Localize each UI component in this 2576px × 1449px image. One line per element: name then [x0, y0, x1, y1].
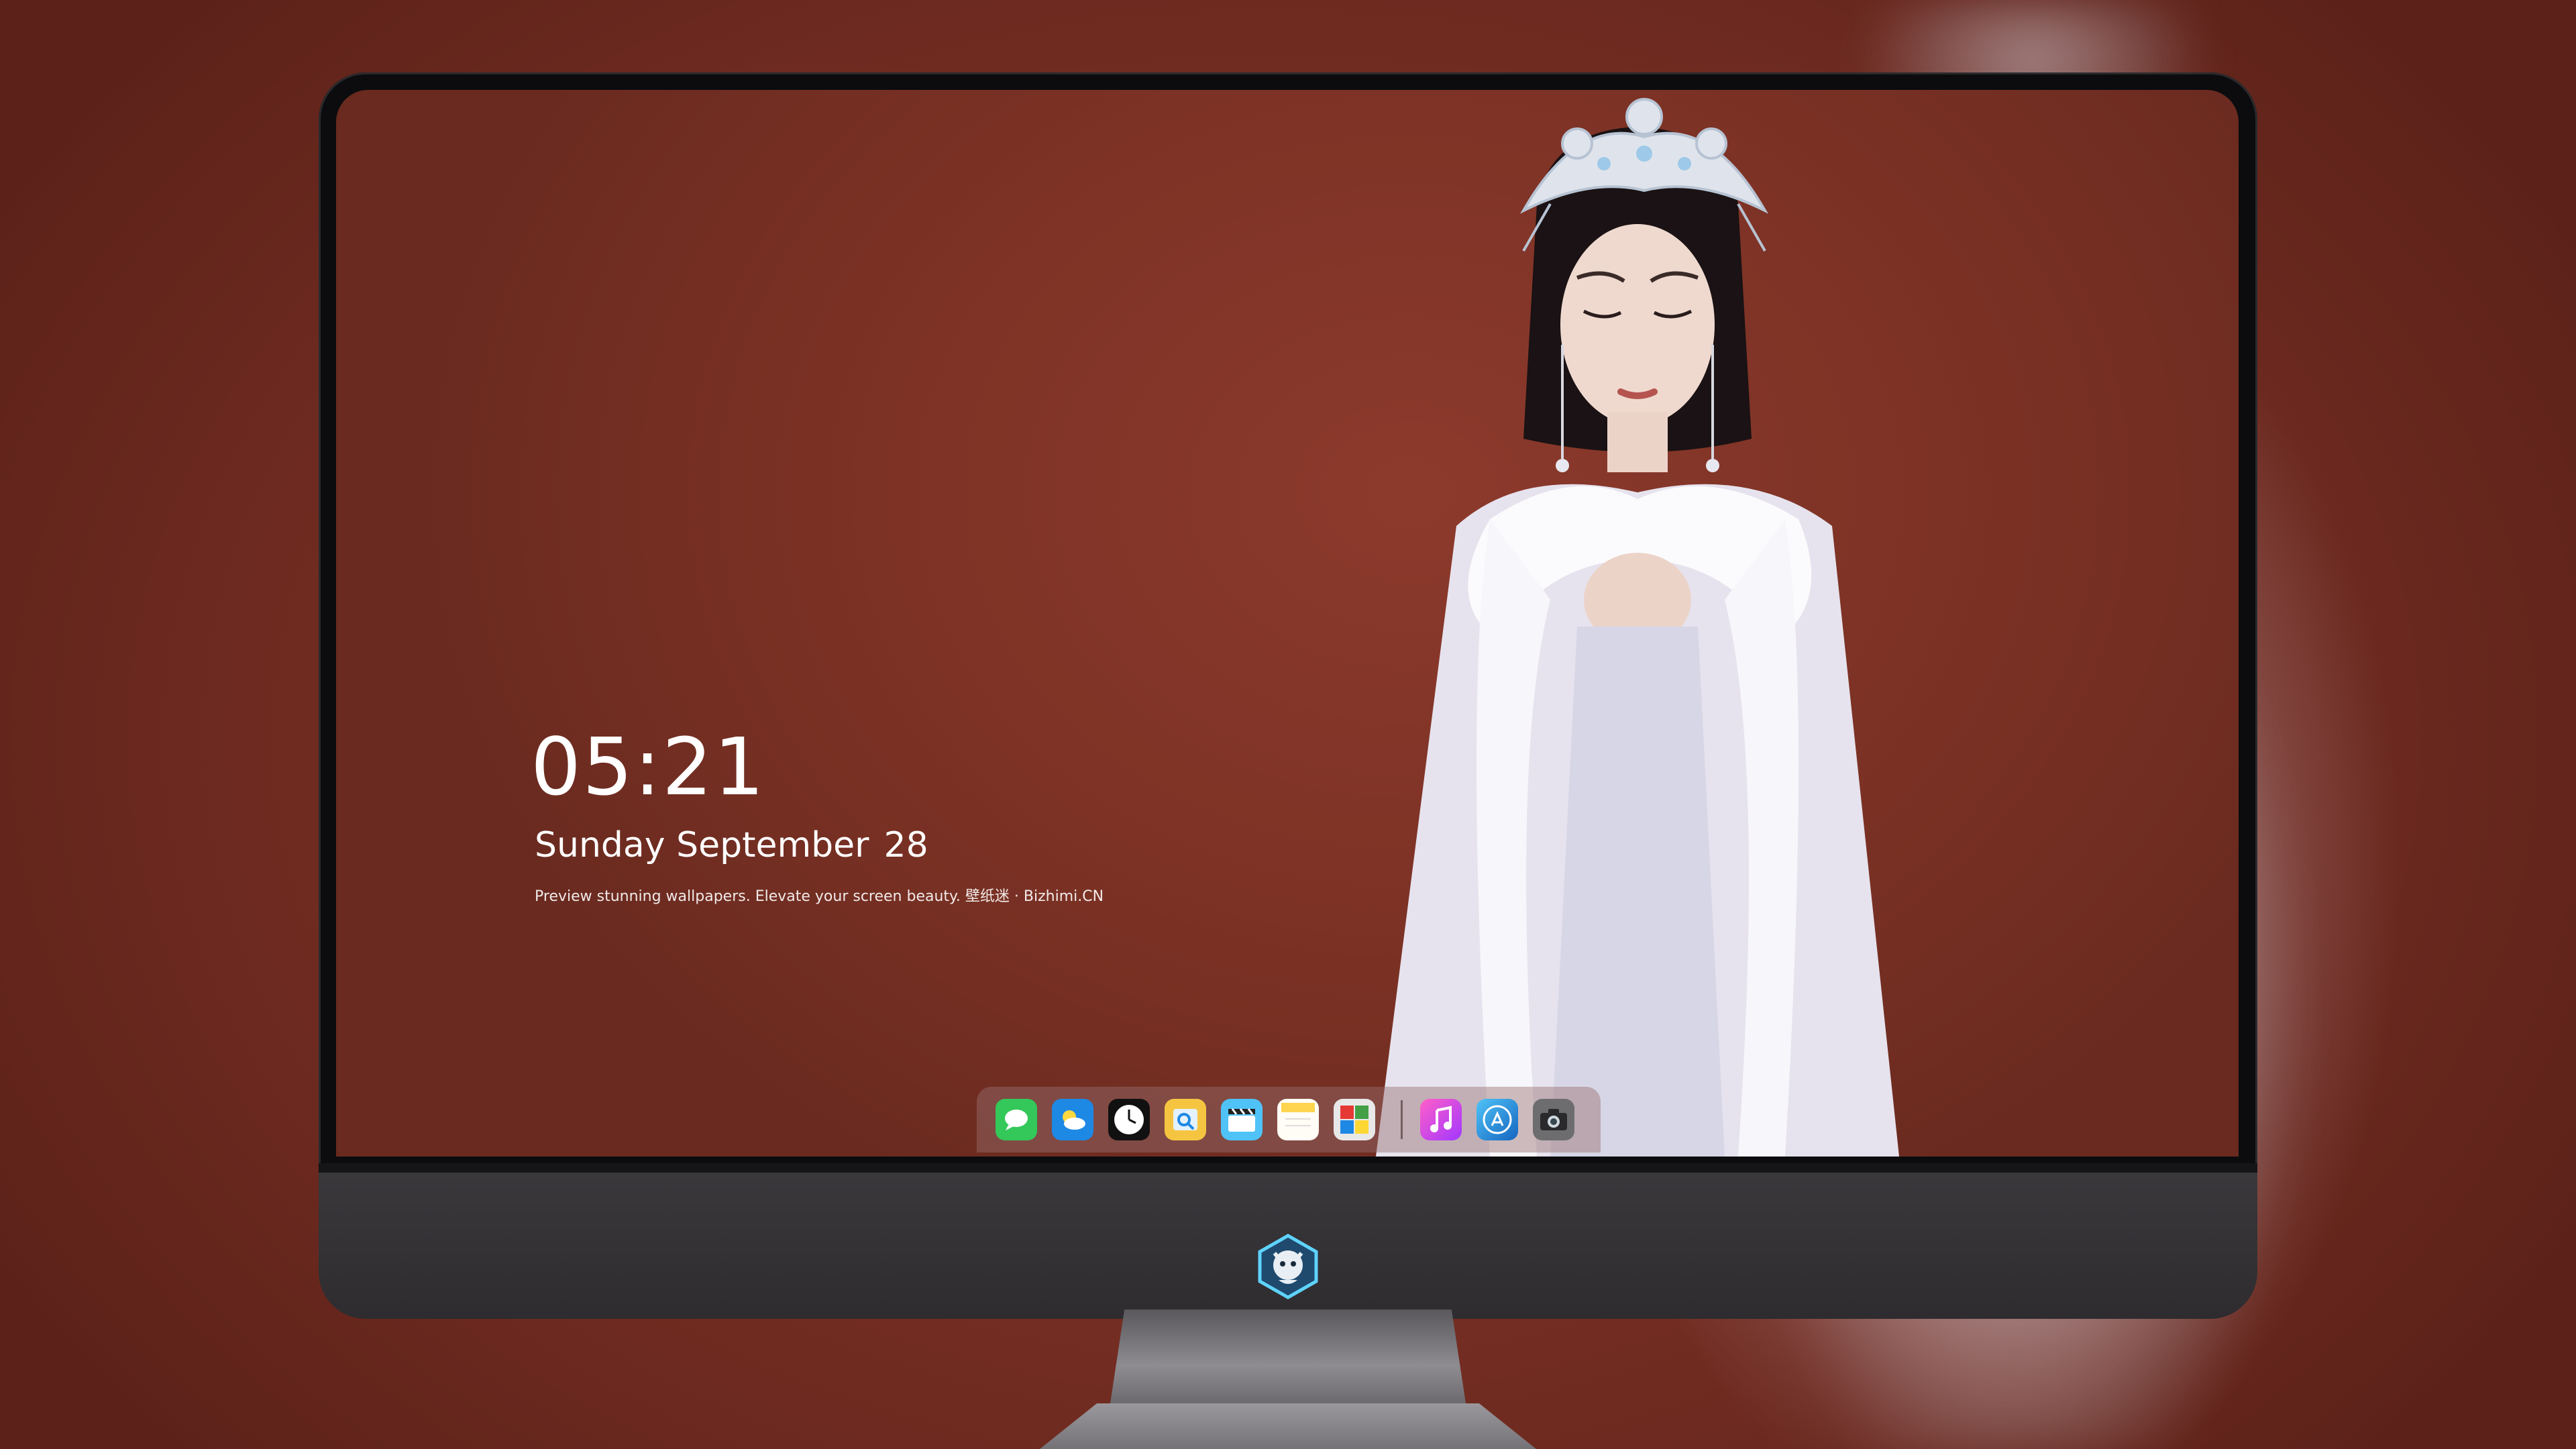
date-weekday-month: Sunday September: [535, 825, 869, 865]
photos-icon[interactable]: [1334, 1099, 1375, 1140]
monitor: 05:21 Sunday September 28 Preview stunnin…: [319, 72, 2257, 1449]
clock-icon[interactable]: [1108, 1099, 1150, 1140]
notes-icon[interactable]: [1277, 1099, 1319, 1140]
dock-separator: [1401, 1100, 1403, 1139]
wallpaper-tagline: Preview stunning wallpapers. Elevate you…: [535, 888, 1104, 905]
lockscreen-time: 05:21: [531, 720, 766, 813]
monitor-stand: [1030, 1309, 1546, 1449]
preview-icon[interactable]: [1165, 1099, 1206, 1140]
dock: [977, 1087, 1601, 1152]
weather-icon[interactable]: [1052, 1099, 1093, 1140]
clips-icon[interactable]: [1221, 1099, 1263, 1140]
mascot-logo-icon: [1258, 1234, 1318, 1299]
monitor-chin: [319, 1163, 2257, 1319]
screen: 05:21 Sunday September 28 Preview stunnin…: [336, 90, 2239, 1157]
monitor-bezel: 05:21 Sunday September 28 Preview stunnin…: [319, 72, 2257, 1173]
desktop-backdrop: 05:21 Sunday September 28 Preview stunnin…: [0, 0, 2576, 1449]
camera-icon[interactable]: [1533, 1099, 1574, 1140]
messages-icon[interactable]: [996, 1099, 1037, 1140]
app-store-icon[interactable]: [1477, 1099, 1518, 1140]
music-icon[interactable]: [1420, 1099, 1462, 1140]
stand-base: [1030, 1403, 1546, 1449]
wallpaper-figure: [1376, 98, 1899, 1157]
stand-neck: [1110, 1309, 1466, 1403]
lockscreen-date: Sunday September 28: [535, 828, 928, 863]
date-day: 28: [883, 825, 928, 865]
